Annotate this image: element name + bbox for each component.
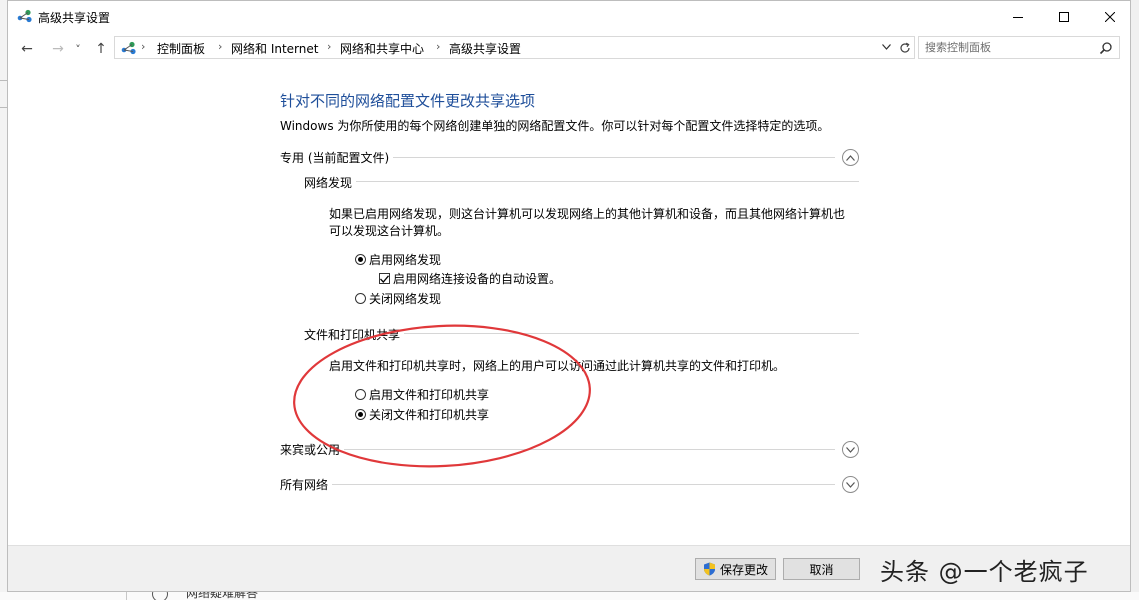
option-label: 启用网络连接设备的自动设置。 [393,272,562,286]
divider [280,484,835,485]
divider [280,449,835,450]
chevron-down-icon [846,446,855,453]
radio-selected-icon[interactable] [355,254,366,265]
up-button[interactable]: ↑ [91,39,111,59]
breadcrumb-advanced-sharing[interactable]: 高级共享设置 [449,40,521,57]
back-button[interactable]: ← [17,39,37,59]
option-label: 关闭文件和打印机共享 [369,408,490,422]
troubleshoot-icon [152,592,168,600]
maximize-button[interactable] [1041,1,1087,32]
background-window-edge [0,0,7,600]
window-title: 高级共享设置 [38,11,111,25]
profile-guest-public-label[interactable]: 来宾或公用 [280,441,345,458]
close-icon [1105,11,1115,22]
cancel-button[interactable]: 取消 [783,558,860,580]
save-changes-button[interactable]: 保存更改 [695,558,776,580]
enable-network-discovery-option[interactable]: 启用网络发现 [355,251,441,268]
disable-network-discovery-option[interactable]: 关闭网络发现 [355,290,441,307]
enable-file-printer-sharing-option[interactable]: 启用文件和打印机共享 [355,386,489,403]
recent-locations-button[interactable]: ˅ [72,39,84,59]
breadcrumb-network-internet[interactable]: 网络和 Internet [231,40,318,57]
maximize-icon [1059,11,1069,22]
checkbox-checked-icon[interactable] [379,273,390,284]
radio-selected-icon[interactable] [355,409,366,420]
address-bar[interactable]: › 控制面板 › 网络和 Internet › 网络和共享中心 › 高级共享设置 [114,36,896,59]
radio-unselected-icon[interactable] [355,293,366,304]
breadcrumb-separator-icon[interactable]: › [218,40,222,53]
profile-all-networks-label[interactable]: 所有网络 [280,476,333,493]
divider [304,181,859,182]
search-icon[interactable] [1099,41,1113,55]
disable-file-printer-sharing-option[interactable]: 关闭文件和打印机共享 [355,406,489,423]
chevron-down-icon [846,481,855,488]
expand-guest-public-button[interactable] [842,441,859,458]
breadcrumb-separator-icon[interactable]: › [436,40,440,53]
option-label: 关闭网络发现 [369,292,442,306]
minimize-icon [1013,16,1023,18]
breadcrumb-separator-icon[interactable]: › [141,40,145,53]
option-label: 启用网络发现 [369,253,442,267]
chevron-down-icon: ˅ [75,42,81,56]
address-dropdown-button[interactable] [879,39,893,55]
refresh-icon [899,42,910,53]
watermark: 头条 @一个老疯子 [880,558,1089,586]
breadcrumb-control-panel[interactable]: 控制面板 [157,40,205,57]
page-description: Windows 为你所使用的每个网络创建单独的网络配置文件。你可以针对每个配置文… [280,119,830,133]
file-printer-sharing-description: 启用文件和打印机共享时，网络上的用户可以访问通过此计算机共享的文件和打印机。 [329,359,786,373]
collapse-private-button[interactable] [842,149,859,166]
description-line: 可以发现这台计算机。 [329,224,450,238]
chevron-up-icon [846,154,855,161]
network-discovery-title: 网络发现 [304,174,357,191]
uac-shield-icon [703,562,715,576]
background-partial-text: 网络疑难解答 [186,592,259,600]
refresh-button[interactable] [895,36,915,59]
back-arrow-icon: ← [21,41,33,57]
network-icon [17,9,32,23]
auto-setup-devices-checkbox[interactable]: 启用网络连接设备的自动设置。 [379,270,561,287]
forward-button[interactable]: → [48,39,68,59]
file-printer-sharing-title: 文件和打印机共享 [304,326,405,343]
profile-private-label[interactable]: 专用 (当前配置文件) [280,149,394,166]
chevron-down-icon [881,44,891,50]
advanced-sharing-window: 高级共享设置 ← → ˅ ↑ › 控制面板 › 网络和 Internet › 网… [7,0,1131,592]
expand-all-networks-button[interactable] [842,476,859,493]
network-icon [121,41,136,55]
search-box[interactable] [918,36,1120,59]
background-window-bottom: 网络疑难解答 [0,592,1139,600]
search-input[interactable] [925,39,1091,56]
save-label: 保存更改 [719,562,768,577]
page-title: 针对不同的网络配置文件更改共享选项 [280,92,536,110]
forward-arrow-icon: → [52,41,64,57]
option-label: 启用文件和打印机共享 [369,388,490,402]
cancel-label: 取消 [809,562,834,577]
breadcrumb-network-sharing-center[interactable]: 网络和共享中心 [340,40,424,57]
minimize-button[interactable] [995,1,1041,32]
up-arrow-icon: ↑ [95,41,107,57]
close-button[interactable] [1087,1,1133,32]
network-discovery-description: 如果已启用网络发现，则这台计算机可以发现网络上的其他计算机和设备，而且其他网络计… [329,206,869,240]
title-bar[interactable]: 高级共享设置 [8,1,1130,32]
description-line: 如果已启用网络发现，则这台计算机可以发现网络上的其他计算机和设备，而且其他网络计… [329,207,846,221]
breadcrumb-separator-icon[interactable]: › [327,40,331,53]
radio-unselected-icon[interactable] [355,389,366,400]
